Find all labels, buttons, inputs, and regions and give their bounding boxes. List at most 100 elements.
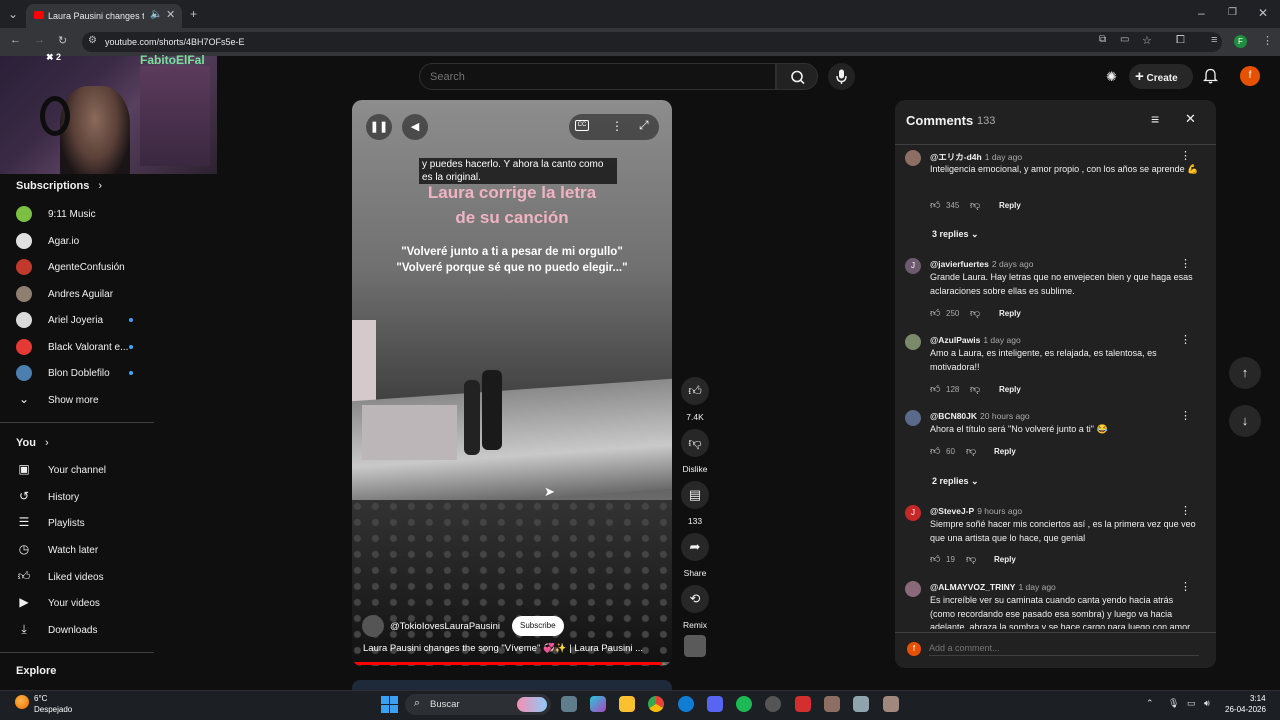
recording-app-icon[interactable]	[795, 696, 811, 712]
comment-menu-icon[interactable]: ⋮	[1180, 333, 1191, 346]
commenter-avatar[interactable]	[905, 334, 921, 350]
tab-search-icon[interactable]: ⌄	[8, 8, 18, 20]
thumbs-down-icon[interactable]: 👎︎	[970, 307, 980, 319]
reply-button[interactable]: Reply	[994, 555, 1016, 564]
thumbs-down-icon[interactable]: 👎︎	[966, 553, 976, 565]
close-icon[interactable]: ✕	[1185, 111, 1196, 127]
reply-button[interactable]: Reply	[994, 447, 1016, 456]
replies-toggle[interactable]: 2 replies ⌄	[932, 476, 979, 487]
search-input[interactable]	[430, 71, 760, 83]
sound-thumbnail[interactable]	[684, 635, 706, 657]
comment-author[interactable]: @エリカ-d4h 1 day ago	[930, 151, 1022, 163]
file-explorer-icon[interactable]	[619, 696, 635, 712]
comment-author[interactable]: @SteveJ-P 9 hours ago	[930, 506, 1022, 516]
back-icon[interactable]: ←	[10, 34, 21, 46]
comment-menu-icon[interactable]: ⋮	[1180, 149, 1191, 162]
more-options-icon[interactable]: ⋮	[611, 119, 623, 133]
replies-toggle[interactable]: 3 replies ⌄	[932, 229, 979, 240]
video-title[interactable]: Laura Pausini changes the song "Víveme" …	[363, 643, 663, 654]
comment-menu-icon[interactable]: ⋮	[1180, 409, 1191, 422]
weather-description[interactable]: Despejado	[34, 705, 72, 714]
thumbs-up-icon[interactable]: 👍︎	[930, 553, 940, 565]
thumbs-up-icon[interactable]: 👍︎	[930, 307, 940, 319]
sidebar-item-history[interactable]: ↺ History	[16, 487, 156, 511]
sidebar-item-your-channel[interactable]: ▣ Your channel	[16, 460, 156, 484]
forward-icon[interactable]: →	[34, 34, 45, 46]
share-button[interactable]: ➦ Share	[681, 533, 709, 578]
microphone-tray-icon[interactable]: 🎙︎	[1168, 698, 1179, 709]
shorts-video-player[interactable]: ❚❚ ◀ CC ⋮ ⤢ y puedes hacerlo. Y ahora la…	[352, 100, 672, 666]
tab-audio-icon[interactable]: 🔈	[150, 9, 162, 20]
comment-author[interactable]: @BCN80JK 20 hours ago	[930, 411, 1030, 421]
weather-temperature[interactable]: 6°C	[34, 694, 47, 703]
search-field[interactable]	[419, 63, 776, 90]
create-button[interactable]: + Create	[1129, 64, 1193, 89]
volume-tray-icon[interactable]: 🔊︎	[1204, 698, 1210, 709]
comment-menu-icon[interactable]: ⋮	[1180, 504, 1191, 517]
task-view-icon[interactable]	[561, 696, 577, 712]
chrome-icon[interactable]	[648, 696, 664, 712]
discord-icon[interactable]	[707, 696, 723, 712]
commenter-avatar[interactable]	[905, 150, 921, 166]
extensions-icon[interactable]: ⧠	[1176, 34, 1185, 47]
comment-author[interactable]: @javierfuertes 2 days ago	[930, 259, 1033, 269]
notifications-bell-icon[interactable]	[1202, 68, 1219, 89]
sidebar-channel[interactable]: Black Valorant e...	[16, 337, 156, 361]
window-close-icon[interactable]: ✕	[1258, 7, 1268, 19]
thumbs-down-icon[interactable]: 👎︎	[966, 445, 976, 457]
minimize-icon[interactable]: –	[1198, 7, 1205, 19]
omnibox[interactable]	[82, 32, 1222, 52]
sort-icon[interactable]: ≡	[1151, 111, 1159, 127]
tab-close-icon[interactable]: ✕	[166, 8, 175, 21]
comment-author[interactable]: @AzulPawis 1 day ago	[930, 335, 1021, 345]
reading-list-icon[interactable]: ≡	[1211, 34, 1217, 46]
captions-icon[interactable]: CC	[575, 120, 589, 131]
dislike-button[interactable]: 👎︎ Dislike	[681, 429, 709, 474]
sidebar-item-your-videos[interactable]: ▶ Your videos	[16, 593, 156, 617]
weather-icon[interactable]	[15, 695, 29, 709]
user-avatar[interactable]: f	[1240, 66, 1260, 86]
site-info-icon[interactable]: ⚙	[88, 35, 97, 46]
thumbs-up-icon[interactable]: 👍︎	[930, 445, 940, 457]
ai-sparkle-icon[interactable]: ✺	[1106, 69, 1117, 85]
url-text[interactable]: youtube.com/shorts/4BH7OFs5e-E	[105, 37, 245, 47]
commenter-avatar[interactable]	[905, 410, 921, 426]
copilot-icon[interactable]	[590, 696, 606, 712]
browser-tab[interactable]: Laura Pausini changes the s 🔈 ✕	[26, 4, 182, 28]
steam-icon[interactable]	[765, 696, 781, 712]
comment-author[interactable]: @ALMAYVOZ_TRINY 1 day ago	[930, 582, 1056, 592]
comment-menu-icon[interactable]: ⋮	[1180, 581, 1191, 593]
clock-date[interactable]: 26-04-2026	[1225, 705, 1266, 714]
sidebar-channel[interactable]: Agar.io	[16, 231, 156, 255]
thumbs-down-icon[interactable]: 👎︎	[970, 199, 980, 211]
show-more-button[interactable]: ⌄ Show more	[16, 390, 156, 414]
voice-search-button[interactable]	[828, 63, 855, 90]
sidebar-channel[interactable]: 9:11 Music	[16, 204, 156, 228]
like-button[interactable]: 👍︎ 7.4K	[681, 377, 709, 422]
you-header[interactable]: You ›	[16, 437, 49, 449]
reply-button[interactable]: Reply	[999, 309, 1021, 318]
commenter-avatar[interactable]	[905, 581, 921, 597]
browser-profile-avatar[interactable]: F	[1234, 35, 1247, 48]
fullscreen-icon[interactable]: ⤢	[639, 118, 649, 133]
sidebar-channel[interactable]: Ariel Joyeria	[16, 310, 156, 334]
bookmark-star-icon[interactable]: ☆	[1142, 34, 1152, 47]
edge-icon[interactable]	[678, 696, 694, 712]
sidebar-item-watch-later[interactable]: ◷ Watch later	[16, 540, 156, 564]
thumbs-up-icon[interactable]: 👍︎	[930, 383, 940, 395]
channel-handle[interactable]: @TokioIovesLauraPausini	[390, 621, 500, 632]
reload-icon[interactable]: ↻	[58, 34, 67, 47]
windows-start-icon[interactable]	[381, 696, 398, 713]
network-icon[interactable]: ▭	[1187, 698, 1196, 709]
taskbar-search[interactable]: ⌕ Buscar	[405, 694, 551, 715]
sidebar-item-liked-videos[interactable]: 👍︎ Liked videos	[16, 567, 156, 591]
tray-overflow-icon[interactable]: ⌃	[1146, 698, 1154, 709]
cast-icon[interactable]: ▭	[1120, 34, 1129, 45]
new-tab-icon[interactable]: +	[190, 8, 197, 20]
remix-button[interactable]: ⟲ Remix	[681, 585, 709, 630]
pause-button[interactable]: ❚❚	[366, 114, 392, 140]
sidebar-channel[interactable]: AgenteConfusión	[16, 257, 156, 281]
volume-button[interactable]: ◀	[402, 114, 428, 140]
thumbs-down-icon[interactable]: 👎︎	[970, 383, 980, 395]
next-short-preview[interactable]	[352, 680, 672, 690]
